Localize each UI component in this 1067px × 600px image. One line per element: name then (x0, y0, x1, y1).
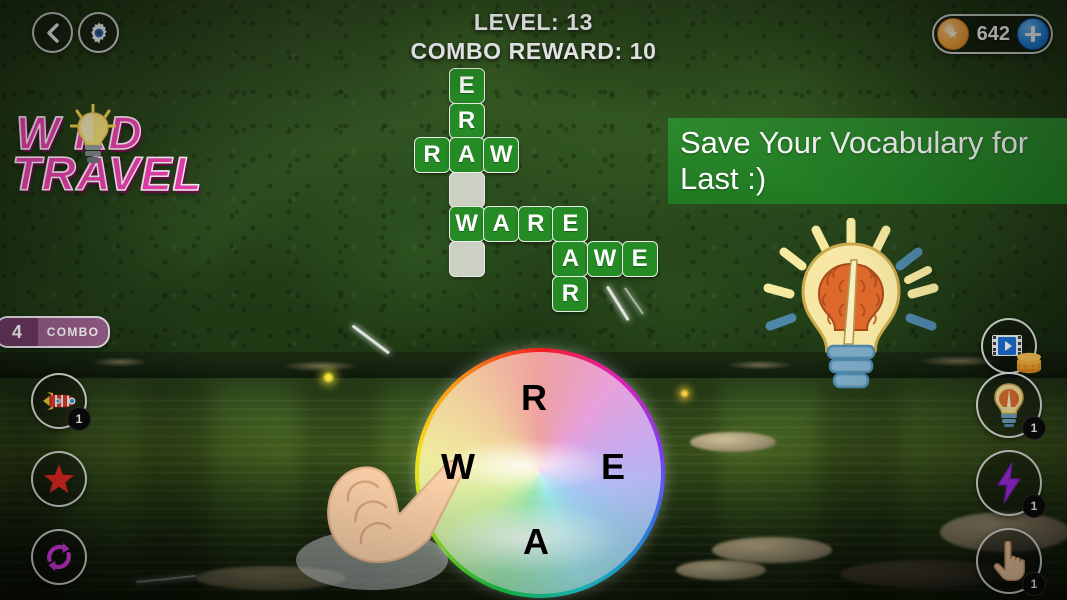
combo-label: COMBO (46, 325, 100, 339)
rocket-booster-button[interactable]: 1 (31, 373, 91, 431)
glow-particle (681, 390, 688, 397)
coin-stack-icon (1017, 352, 1041, 374)
shuffle-button[interactable] (31, 529, 87, 585)
rock (712, 537, 832, 563)
grid-tile-empty (448, 241, 485, 277)
pointer-count-badge: 1 (1022, 572, 1046, 596)
grid-tile-letter: A (483, 206, 520, 243)
glow-particle (324, 373, 333, 382)
hint-button[interactable]: 1 (976, 372, 1046, 440)
shuffle-icon (47, 543, 71, 571)
rock (690, 432, 776, 452)
wheel-letter-w[interactable]: W (441, 449, 475, 485)
combo-reward-label: COMBO REWARD: 10 (410, 38, 657, 64)
grid-tile-letter: E (448, 68, 485, 104)
rock (196, 566, 346, 590)
grid-tile-letter: W (483, 137, 520, 174)
letter-wheel[interactable]: R W E A (415, 348, 665, 598)
currency-display[interactable]: ★ 642 (931, 14, 1053, 54)
tip-banner: Save Your Vocabulary for Last :) (668, 118, 1067, 204)
crossword-grid: ERRAWWAREAWER (414, 68, 674, 313)
lightning-button[interactable]: 1 (976, 450, 1046, 518)
watch-ad-for-coins-button[interactable] (981, 318, 1041, 374)
wheel-letter-e[interactable]: E (601, 449, 625, 485)
wheel-letter-r[interactable]: R (521, 380, 547, 416)
level-label: LEVEL: 13 (473, 9, 594, 35)
coin-amount: 642 (976, 22, 1010, 45)
coin-icon: ★ (936, 18, 969, 50)
grid-tile-letter: R (517, 206, 554, 243)
wheel-letter-a[interactable]: A (523, 524, 549, 560)
lightning-icon (996, 462, 1022, 504)
brain-lightbulb-icon (763, 218, 939, 389)
combo-count: 4 (0, 318, 38, 346)
grid-tile-letter: R (448, 102, 485, 139)
rock (676, 560, 766, 580)
add-coins-button[interactable] (1017, 18, 1049, 50)
tip-banner-text: Save Your Vocabulary for Last :) (680, 125, 1029, 196)
grid-tile-letter: A (552, 241, 589, 277)
grid-tile-letter: E (552, 206, 589, 243)
pointer-hint-button[interactable]: 1 (976, 528, 1046, 596)
lightbulb-icon (70, 104, 116, 163)
hud-title: LEVEL: 13 COMBO REWARD: 10 (0, 8, 1067, 66)
grid-tile-letter: E (621, 241, 658, 277)
star-icon (44, 464, 74, 493)
lightning-count-badge: 1 (1022, 494, 1046, 518)
game-logo: W RD TRAVEL (8, 104, 223, 202)
grid-tile-letter: R (552, 275, 589, 312)
rocket-count-badge: 1 (67, 407, 91, 431)
combo-badge[interactable]: 4 COMBO (0, 316, 110, 348)
grid-tile-letter: R (414, 137, 450, 174)
hint-count-badge: 1 (1022, 416, 1046, 440)
grid-tile-letter: W (448, 206, 485, 243)
star-button[interactable] (31, 451, 87, 507)
grid-tile-letter: A (448, 137, 485, 174)
game-screen: LEVEL: 13 COMBO REWARD: 10 ★ 642 W RD TR… (0, 0, 1067, 600)
lightbulb-hint-icon (994, 383, 1024, 427)
grid-tile-empty (448, 171, 485, 208)
grid-tile-letter: W (587, 241, 623, 277)
pointing-hand-icon (993, 541, 1025, 581)
